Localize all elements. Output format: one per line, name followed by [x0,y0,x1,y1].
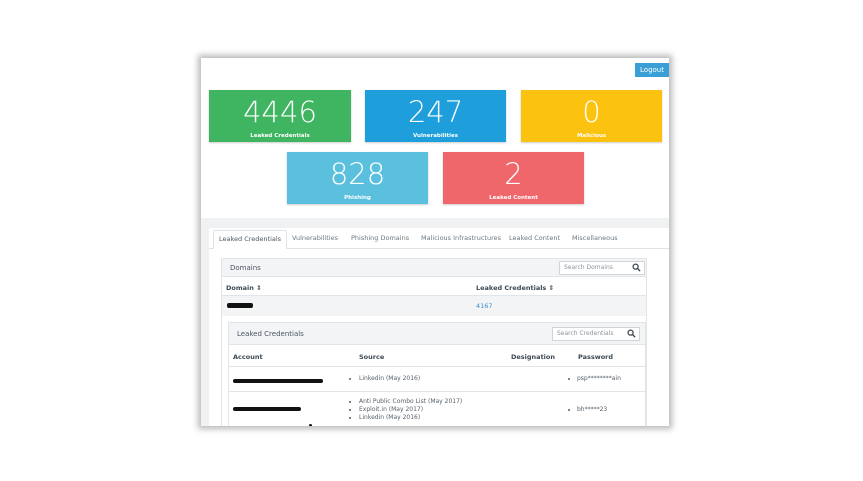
column-designation[interactable]: Designation [511,353,555,361]
domains-box: Domains Search Domains Domain ⇕ Leaked C… [221,258,647,426]
source-item: Linkedin (May 2016) [359,375,421,382]
tab-phishing-domains[interactable]: Phishing Domains [351,234,409,242]
tab-malicious-infrastructures[interactable]: Malicious Infrastructures [421,234,501,242]
stat-value: 247 [407,95,464,129]
stat-card-leaked-content[interactable]: 2 Leaked Content [443,152,584,204]
stat-value: 4446 [243,95,317,129]
tab-vulnerabilities[interactable]: Vulnerabilities [292,234,338,242]
domains-title: Domains [230,264,261,272]
redacted-account [233,407,301,411]
source-item: Anti Public Combo List (May 2017) [359,398,463,405]
column-password[interactable]: Password [578,353,613,361]
stat-label: Phishing [344,195,371,201]
stat-card-vulnerabilities[interactable]: 247 Vulnerabilities [365,90,506,142]
domains-header: Domains Search Domains [222,259,646,277]
logout-button[interactable]: Logout [635,63,669,77]
credentials-search-input[interactable]: Search Credentials [552,327,640,341]
stat-card-phishing[interactable]: 828 Phishing [287,152,428,204]
leaked-count-link[interactable]: 4167 [476,302,493,310]
tab-miscellaneous[interactable]: Miscellaneous [572,234,618,242]
search-placeholder: Search Domains [564,264,613,271]
table-row[interactable]: Linkedin (May 2016) psp********ain [229,367,645,391]
stat-value: 828 [329,157,386,191]
source-item: Linkedin (May 2016) [359,414,421,421]
stat-card-malicious[interactable]: 0 Malicious [521,90,662,142]
stat-label: Vulnerabilities [412,133,459,139]
stat-value: 0 [582,95,601,129]
search-icon [627,329,636,338]
stat-value: 2 [504,157,523,191]
password-value: bh*****23 [577,406,608,413]
credentials-header: Leaked Credentials Search Credentials [229,323,645,345]
column-source[interactable]: Source [359,353,384,361]
source-item: Exploit.in (May 2017) [359,406,424,413]
column-leaked-credentials[interactable]: Leaked Credentials ⇕ [476,284,554,292]
search-placeholder: Search Credentials [557,330,614,337]
stats-section: 4446 Leaked Credentials 247 Vulnerabilit… [201,80,669,218]
stat-label: Leaked Content [489,195,538,201]
password-value: psp********ain [577,375,621,382]
domain-row[interactable]: 4167 [222,296,646,316]
redacted-account [233,379,323,383]
tab-leaked-credentials[interactable]: Leaked Credentials [213,230,288,249]
domains-search-input[interactable]: Search Domains [559,261,645,275]
redacted-domain [227,303,253,308]
column-account[interactable]: Account [233,353,263,361]
tab-leaked-content[interactable]: Leaked Content [509,234,560,242]
details-panel: Leaked Credentials Vulnerabilities Phish… [209,228,669,426]
search-icon [632,263,641,272]
column-domain[interactable]: Domain ⇕ [226,284,262,292]
app-window: Logout 4446 Leaked Credentials 247 Vulne… [201,58,669,426]
table-row[interactable]: Anti Public Combo List (May 2017) Exploi… [229,392,645,426]
tab-bar: Leaked Credentials Vulnerabilities Phish… [209,228,669,249]
stat-label: Leaked Credentials [250,133,310,139]
stat-card-leaked-credentials[interactable]: 4446 Leaked Credentials [209,90,351,142]
credentials-title: Leaked Credentials [237,330,304,338]
stat-label: Malicious [576,133,607,139]
credentials-box: Leaked Credentials Search Credentials Ac… [228,322,646,426]
top-bar: Logout [201,58,669,80]
